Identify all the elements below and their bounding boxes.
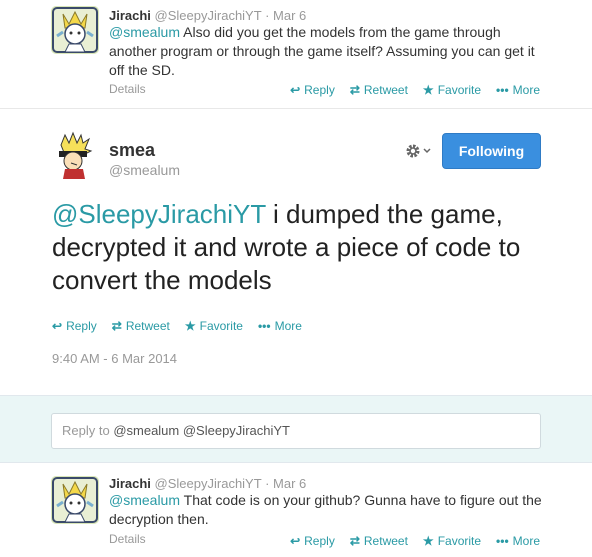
favorite-button[interactable]: ★ Favorite <box>423 534 481 548</box>
author-handle[interactable]: @SleepyJirachiYT <box>155 8 262 23</box>
separator-dot: · <box>265 476 270 491</box>
reply-label: Reply <box>304 83 335 97</box>
star-icon: ★ <box>422 534 434 548</box>
more-label: More <box>512 534 540 548</box>
tweet-text: @SleepyJirachiYT i dumped the game, decr… <box>52 198 552 297</box>
reply-arrow-icon: ↩ <box>290 534 301 548</box>
reply-input[interactable]: Reply to @smealum @SleepyJirachiYT <box>51 413 541 449</box>
mention-link[interactable]: @SleepyJirachiYT <box>52 199 266 229</box>
following-button[interactable]: Following <box>442 133 541 169</box>
reply-label: Reply <box>304 534 335 548</box>
more-label: More <box>274 319 302 333</box>
tweet-time[interactable]: Mar 6 <box>273 476 306 491</box>
avatar[interactable] <box>51 6 99 54</box>
ellipsis-icon: ••• <box>496 534 509 548</box>
ellipsis-icon: ••• <box>257 319 271 333</box>
tweet-header: Jirachi @SleepyJirachiYT · Mar 6 <box>109 8 306 23</box>
more-label: More <box>512 83 540 97</box>
reply-button[interactable]: ↩ Reply <box>52 319 97 333</box>
retweet-icon: ⇄ <box>349 534 360 548</box>
tweet-actions: ↩ Reply ⇄ Retweet ★ Favorite ••• More <box>52 319 302 333</box>
retweet-icon: ⇄ <box>111 319 122 333</box>
separator-dot: · <box>265 8 270 23</box>
author-name[interactable]: smea <box>109 140 155 161</box>
avatar[interactable] <box>51 131 99 179</box>
more-button[interactable]: ••• More <box>496 534 540 548</box>
star-icon: ★ <box>184 319 196 333</box>
reply-label: Reply <box>66 319 97 333</box>
user-actions-dropdown[interactable] <box>405 143 431 159</box>
tweet-text: @smealum Also did you get the models fro… <box>109 23 549 80</box>
tweet-actions: ↩ Reply ⇄ Retweet ★ Favorite ••• More <box>290 534 540 548</box>
tweet-actions: ↩ Reply ⇄ Retweet ★ Favorite ••• More <box>290 83 540 97</box>
reply-arrow-icon: ↩ <box>290 83 301 97</box>
retweet-button[interactable]: ⇄ Retweet <box>350 534 408 548</box>
retweet-label: Retweet <box>363 534 408 548</box>
retweet-button[interactable]: ⇄ Retweet <box>112 319 170 333</box>
more-button[interactable]: ••• More <box>496 83 540 97</box>
more-button[interactable]: ••• More <box>258 319 302 333</box>
favorite-button[interactable]: ★ Favorite <box>185 319 243 333</box>
reply-arrow-icon: ↩ <box>52 319 63 333</box>
favorite-button[interactable]: ★ Favorite <box>423 83 481 97</box>
ellipsis-icon: ••• <box>496 83 509 97</box>
details-link[interactable]: Details <box>109 532 146 546</box>
chevron-down-icon <box>423 148 431 154</box>
favorite-label: Favorite <box>437 534 482 548</box>
favorite-label: Favorite <box>199 319 243 333</box>
author-name[interactable]: Jirachi <box>109 8 151 23</box>
reply-button[interactable]: ↩ Reply <box>290 534 335 548</box>
avatar[interactable] <box>51 476 99 524</box>
reply-prefix: Reply to <box>62 423 114 438</box>
star-icon: ★ <box>422 83 434 97</box>
gear-icon <box>406 144 420 158</box>
tweet-text: @smealum That code is on your github? Gu… <box>109 491 549 529</box>
author-name[interactable]: Jirachi <box>109 476 151 491</box>
retweet-icon: ⇄ <box>349 83 360 97</box>
author-handle[interactable]: @smealum <box>109 162 180 178</box>
retweet-label: Retweet <box>125 319 170 333</box>
mention-link[interactable]: @smealum <box>109 24 180 40</box>
reply-section: Reply to @smealum @SleepyJirachiYT <box>0 395 592 462</box>
details-link[interactable]: Details <box>109 82 146 96</box>
tweet-header: Jirachi @SleepyJirachiYT · Mar 6 <box>109 476 306 491</box>
reply-mentions: @smealum @SleepyJirachiYT <box>113 423 290 438</box>
author-handle[interactable]: @SleepyJirachiYT <box>155 476 262 491</box>
tweet-timestamp[interactable]: 9:40 AM - 6 Mar 2014 <box>52 351 177 366</box>
retweet-label: Retweet <box>363 83 408 97</box>
mention-link[interactable]: @smealum <box>109 492 180 508</box>
retweet-button[interactable]: ⇄ Retweet <box>350 83 408 97</box>
tweet-item: Jirachi @SleepyJirachiYT · Mar 6 @smealu… <box>0 0 592 109</box>
tweet-time[interactable]: Mar 6 <box>273 8 306 23</box>
favorite-label: Favorite <box>437 83 482 97</box>
reply-button[interactable]: ↩ Reply <box>290 83 335 97</box>
